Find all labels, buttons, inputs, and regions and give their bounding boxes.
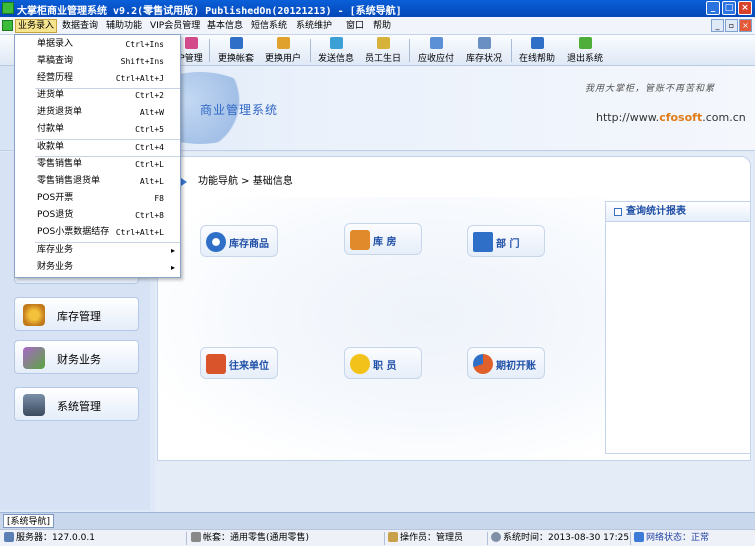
folder-icon bbox=[206, 354, 226, 374]
online-help-icon bbox=[530, 37, 544, 49]
breadcrumb-arrow-icon bbox=[181, 178, 187, 186]
send-message-icon bbox=[329, 37, 343, 49]
dd-document-entry[interactable]: 单据录入 Ctrl+Ins bbox=[15, 36, 180, 53]
inventory-management-icon bbox=[23, 304, 45, 326]
operator-icon bbox=[388, 532, 398, 542]
switch-account-icon bbox=[229, 37, 243, 49]
dd-draft-query[interactable]: 草稿查询 Shift+Ins bbox=[15, 53, 180, 70]
dd-business-history[interactable]: 经营历程 Ctrl+Alt+J bbox=[15, 70, 180, 87]
status-network: 网络状态：正常 bbox=[634, 532, 709, 545]
status-server: 服务器：127.0.0.1 bbox=[4, 532, 95, 545]
menu-basic-info[interactable]: 基本信息 bbox=[205, 19, 245, 33]
toolbar-send-message-button[interactable]: 发送信息 bbox=[316, 37, 356, 64]
menu-window[interactable]: 窗口 bbox=[344, 19, 366, 33]
house-icon bbox=[350, 230, 370, 250]
menu-help[interactable]: 帮助 bbox=[371, 19, 393, 33]
mdi-controls: _ ▫ × bbox=[711, 19, 752, 32]
toolbar-receivable-button[interactable]: 应收应付 bbox=[416, 37, 456, 64]
dd-pos-return[interactable]: POS退货 Ctrl+8 bbox=[15, 207, 180, 224]
tab-system-navigation[interactable]: [系统导航] bbox=[3, 514, 55, 528]
brand-title: 商业管理系统 bbox=[200, 103, 279, 117]
website-url: http://www.cfosoft.com.cn bbox=[596, 111, 746, 124]
business-entry-dropdown: 单据录入 Ctrl+Ins 草稿查询 Shift+Ins 经营历程 Ctrl+Alt+… bbox=[14, 34, 181, 278]
toolbar-switch-account-button[interactable]: 更换帐套 bbox=[216, 37, 256, 64]
toolbar-exit-button[interactable]: 退出系统 bbox=[565, 37, 605, 64]
clock-icon bbox=[491, 532, 501, 542]
server-icon bbox=[4, 532, 14, 542]
finance-icon bbox=[23, 347, 45, 369]
dd-payment[interactable]: 付款单 Ctrl+5 bbox=[15, 121, 180, 138]
nav-inventory-management[interactable]: 库存管理 bbox=[14, 297, 139, 331]
toolbar-online-help-button[interactable]: 在线帮助 bbox=[517, 37, 557, 64]
dd-purchase-order[interactable]: 进货单 Ctrl+2 bbox=[15, 87, 180, 104]
menu-system-maintenance[interactable]: 系统维护 bbox=[294, 19, 334, 33]
receivable-icon bbox=[429, 37, 443, 49]
window-tab-bar: [系统导航] bbox=[0, 512, 755, 529]
func-warehouse[interactable]: 库 房 bbox=[344, 223, 422, 255]
toolbar-switch-user-button[interactable]: 更换用户 bbox=[263, 37, 303, 64]
toolbar-inventory-status-button[interactable]: 库存状况 bbox=[464, 37, 504, 64]
dd-receipt[interactable]: 收款单 Ctrl+4 bbox=[15, 139, 180, 156]
birthday-icon bbox=[376, 37, 390, 49]
maximize-button[interactable]: □ bbox=[722, 1, 736, 15]
window-title: 大掌柜商业管理系统 v9.2(零售试用版) PublishedOn(201212… bbox=[17, 6, 402, 17]
computer-icon bbox=[473, 232, 493, 252]
dd-purchase-return[interactable]: 进货退货单 Alt+W bbox=[15, 104, 180, 121]
main-panel: 功能导航 > 基础信息 库存商品 库 房 部 门 往来单位 职 员 期初开账 查… bbox=[155, 152, 753, 512]
mdi-restore-button[interactable]: ▫ bbox=[725, 19, 738, 32]
close-button[interactable]: × bbox=[738, 1, 752, 15]
menu-vip[interactable]: VIP会员管理 bbox=[148, 19, 202, 33]
account-icon bbox=[191, 532, 201, 542]
menu-data-query[interactable]: 数据查询 bbox=[60, 19, 100, 33]
func-opening-balance[interactable]: 期初开账 bbox=[467, 347, 545, 379]
dd-retail-sales[interactable]: 零售销售单 Ctrl+L bbox=[15, 156, 180, 173]
minimize-button[interactable]: _ bbox=[706, 1, 720, 15]
title-bar: 大掌柜商业管理系统 v9.2(零售试用版) PublishedOn(201212… bbox=[0, 0, 755, 17]
query-report-panel: 查询统计报表 bbox=[605, 201, 750, 454]
query-report-header[interactable]: 查询统计报表 bbox=[606, 202, 750, 222]
dd-retail-return[interactable]: 零售销售退货单 Alt+L bbox=[15, 173, 180, 190]
status-account: 帐套：通用零售(通用零售) bbox=[191, 532, 309, 545]
submenu-arrow-icon: ▸ bbox=[170, 263, 175, 272]
slogan: 我用大掌柜，管账不再苦和累 bbox=[585, 84, 716, 94]
dd-inventory-business[interactable]: 库存业务 ▸ bbox=[15, 242, 180, 259]
gear-icon bbox=[206, 232, 226, 252]
menu-bar: 业务录入 数据查询 辅助功能 VIP会员管理 基本信息 短信系统 系统维护 窗口… bbox=[0, 17, 755, 35]
switch-user-icon bbox=[276, 37, 290, 49]
mdi-document-icon[interactable] bbox=[2, 20, 13, 31]
inventory-status-icon bbox=[477, 37, 491, 49]
dd-pos-invoice[interactable]: POS开票 F8 bbox=[15, 190, 180, 207]
func-partner-units[interactable]: 往来单位 bbox=[200, 347, 278, 379]
dd-pos-data-settle[interactable]: POS小票数据结存 Ctrl+Alt+L bbox=[15, 224, 180, 241]
status-operator: 操作员：管理员 bbox=[388, 532, 463, 545]
menu-auxiliary[interactable]: 辅助功能 bbox=[104, 19, 144, 33]
nav-system-management[interactable]: 系统管理 bbox=[14, 387, 139, 421]
menu-business-entry[interactable]: 业务录入 bbox=[15, 19, 58, 33]
status-bar: 服务器：127.0.0.1 帐套：通用零售(通用零售) 操作员：管理员 系统时间… bbox=[0, 529, 755, 546]
vip-icon bbox=[184, 37, 198, 49]
func-staff[interactable]: 职 员 bbox=[344, 347, 422, 379]
smiley-icon bbox=[350, 354, 370, 374]
window-controls: _ □ × bbox=[706, 1, 752, 15]
breadcrumb: 功能导航 > 基础信息 bbox=[158, 172, 598, 192]
system-management-icon bbox=[23, 394, 45, 416]
pie-chart-icon bbox=[473, 354, 493, 374]
submenu-arrow-icon: ▸ bbox=[170, 246, 175, 255]
func-inventory-goods[interactable]: 库存商品 bbox=[200, 225, 278, 257]
app-icon bbox=[2, 2, 14, 14]
mdi-close-button[interactable]: × bbox=[739, 19, 752, 32]
exit-icon bbox=[578, 37, 592, 49]
toolbar-birthday-button[interactable]: 员工生日 bbox=[363, 37, 403, 64]
status-time: 系统时间：2013-08-30 17:25 bbox=[491, 532, 629, 545]
function-navigation-box: 功能导航 > 基础信息 库存商品 库 房 部 门 往来单位 职 员 期初开账 查… bbox=[157, 156, 751, 461]
nav-finance[interactable]: 财务业务 bbox=[14, 340, 139, 374]
dd-finance-business[interactable]: 财务业务 ▸ bbox=[15, 259, 180, 276]
network-icon bbox=[634, 532, 644, 542]
func-department[interactable]: 部 门 bbox=[467, 225, 545, 257]
menu-sms[interactable]: 短信系统 bbox=[249, 19, 289, 33]
report-icon bbox=[614, 208, 622, 216]
mdi-minimize-button[interactable]: _ bbox=[711, 19, 724, 32]
